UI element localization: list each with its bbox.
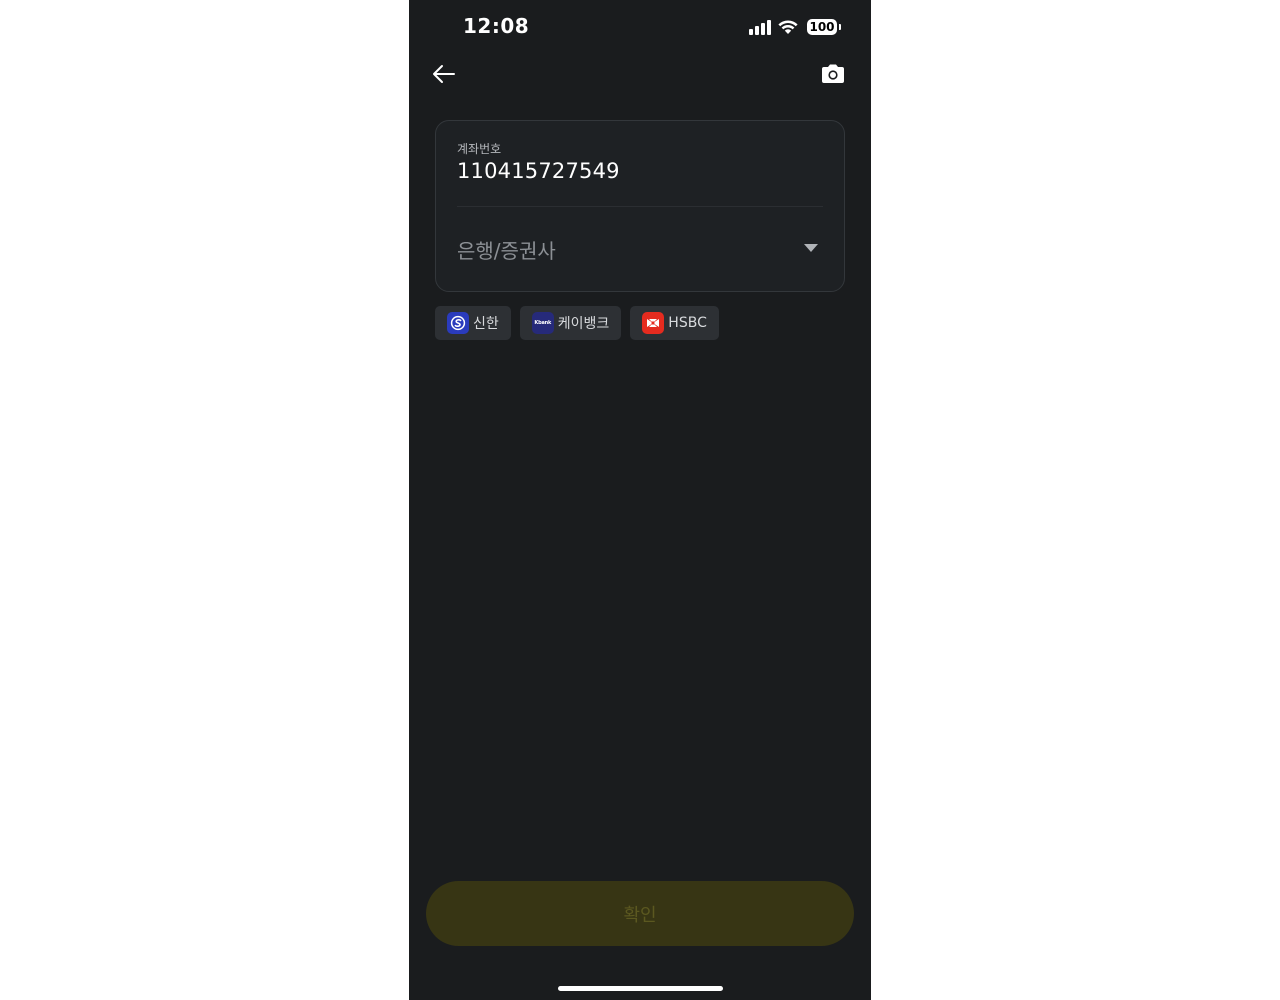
hsbc-logo-icon [642,312,665,334]
bank-chip-label: HSBC [668,315,707,331]
bank-chip-label: 신한 [473,316,499,332]
bank-chip-hsbc[interactable]: HSBC [630,306,719,340]
caret-down-icon [804,244,818,252]
battery-indicator: 100 [807,19,841,35]
confirm-button-label: 확인 [623,904,657,926]
phone-screen: 12:08 100 계좌번호 110415727549 은행/증권사 신한 Kb… [409,0,871,1000]
kbank-logo-icon: Kbank [531,312,554,334]
arrow-left-icon [433,65,455,83]
bank-chip-label: 케이뱅크 [557,316,610,332]
home-indicator[interactable] [558,986,723,991]
bank-select-placeholder: 은행/증권사 [457,239,556,263]
wifi-icon [778,20,798,34]
back-button[interactable] [429,58,461,90]
shinhan-logo-icon [447,312,469,334]
account-number-input[interactable]: 110415727549 [457,159,620,183]
bank-chip-shinhan[interactable]: 신한 [435,306,511,340]
camera-button[interactable] [819,60,847,88]
account-form-card: 계좌번호 110415727549 은행/증권사 [435,120,845,292]
bank-select-dropdown[interactable]: 은행/증권사 [436,211,844,289]
divider [457,206,823,207]
confirm-button[interactable]: 확인 [426,881,854,946]
cellular-signal-icon [749,19,771,35]
quick-bank-chips: 신한 Kbank 케이뱅크 HSBC [435,306,719,340]
bank-chip-kbank[interactable]: Kbank 케이뱅크 [519,306,622,340]
camera-icon [822,64,844,83]
account-number-label: 계좌번호 [457,142,502,156]
status-time: 12:08 [463,14,530,38]
status-indicators: 100 [749,16,841,38]
